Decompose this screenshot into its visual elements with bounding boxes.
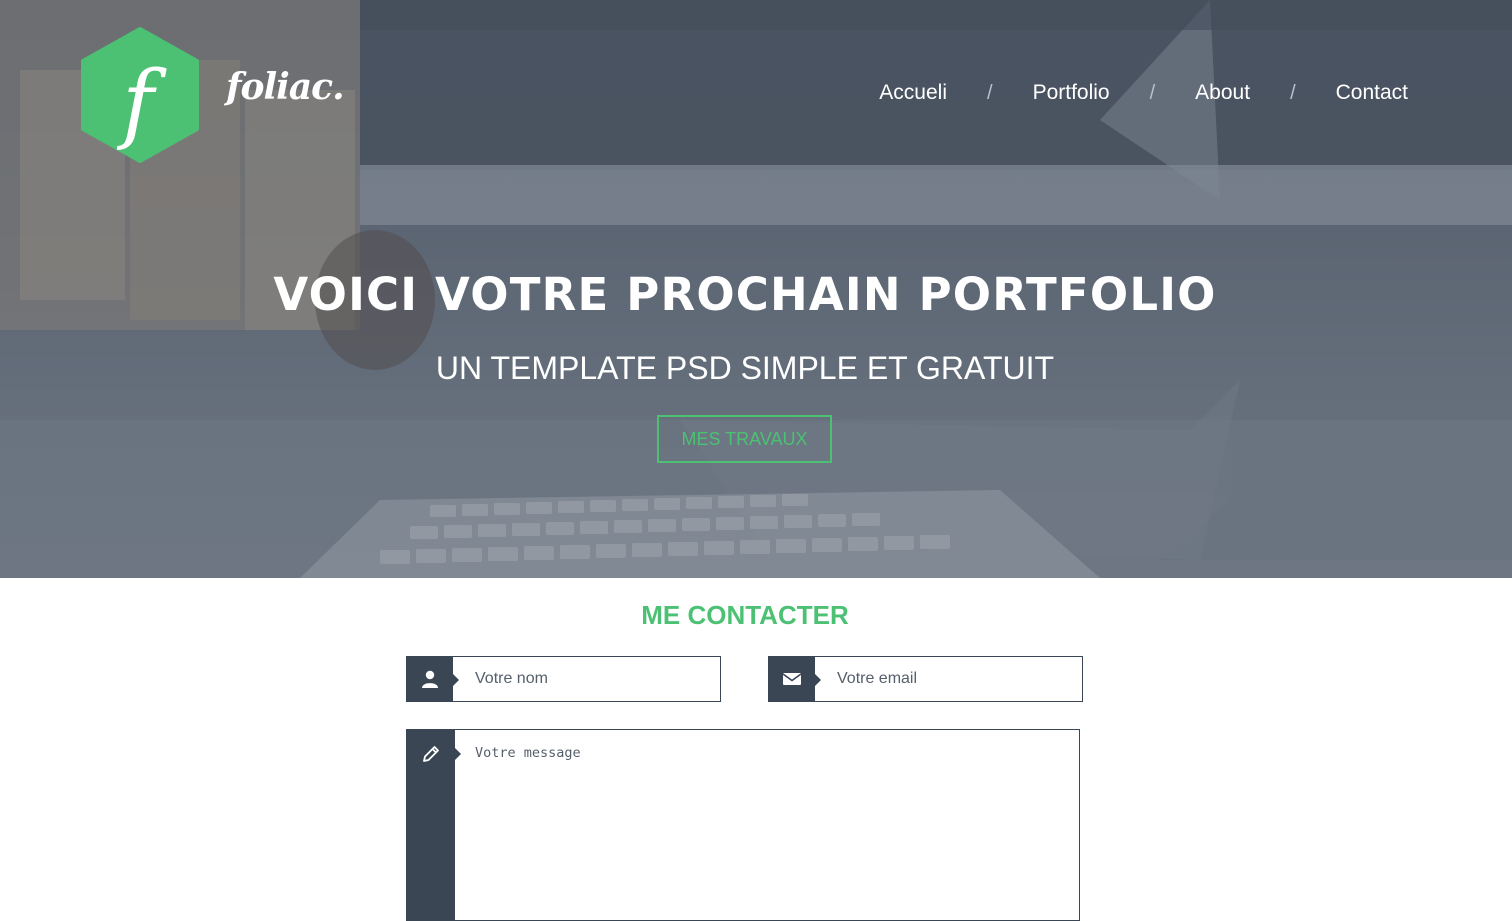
logo-hexagon-icon[interactable]: f (80, 27, 200, 163)
pencil-icon (407, 730, 461, 920)
contact-title: ME CONTACTER (641, 600, 849, 630)
name-field-group (406, 656, 721, 702)
mes-travaux-button[interactable]: MES TRAVAUX (657, 415, 832, 463)
logo-name[interactable]: foliac. (226, 66, 345, 108)
main-nav: Accueli / Portfolio / About / Contact (879, 78, 1408, 108)
message-field-group (406, 729, 1080, 921)
nav-link-about[interactable]: About (1195, 81, 1250, 105)
name-input[interactable] (453, 657, 720, 701)
nav-link-accueil[interactable]: Accueli (879, 81, 947, 105)
envelope-icon (769, 657, 821, 701)
nav-link-portfolio[interactable]: Portfolio (1033, 81, 1110, 105)
message-textarea[interactable] (455, 730, 1079, 920)
hero-section: f foliac. Accueli / Portfolio / About / … (0, 0, 1512, 578)
nav-link-contact[interactable]: Contact (1336, 81, 1408, 105)
hero-title: VOICI VOTRE PROCHAIN PORTFOLIO (273, 268, 1217, 321)
nav-separator: / (1149, 81, 1156, 104)
nav-separator: / (987, 81, 993, 104)
email-input[interactable] (815, 657, 1082, 701)
nav-separator: / (1290, 81, 1296, 104)
email-field-group (768, 656, 1083, 702)
hero-subtitle: UN TEMPLATE PSD SIMPLE ET GRATUIT (435, 350, 1055, 386)
user-icon (407, 657, 459, 701)
